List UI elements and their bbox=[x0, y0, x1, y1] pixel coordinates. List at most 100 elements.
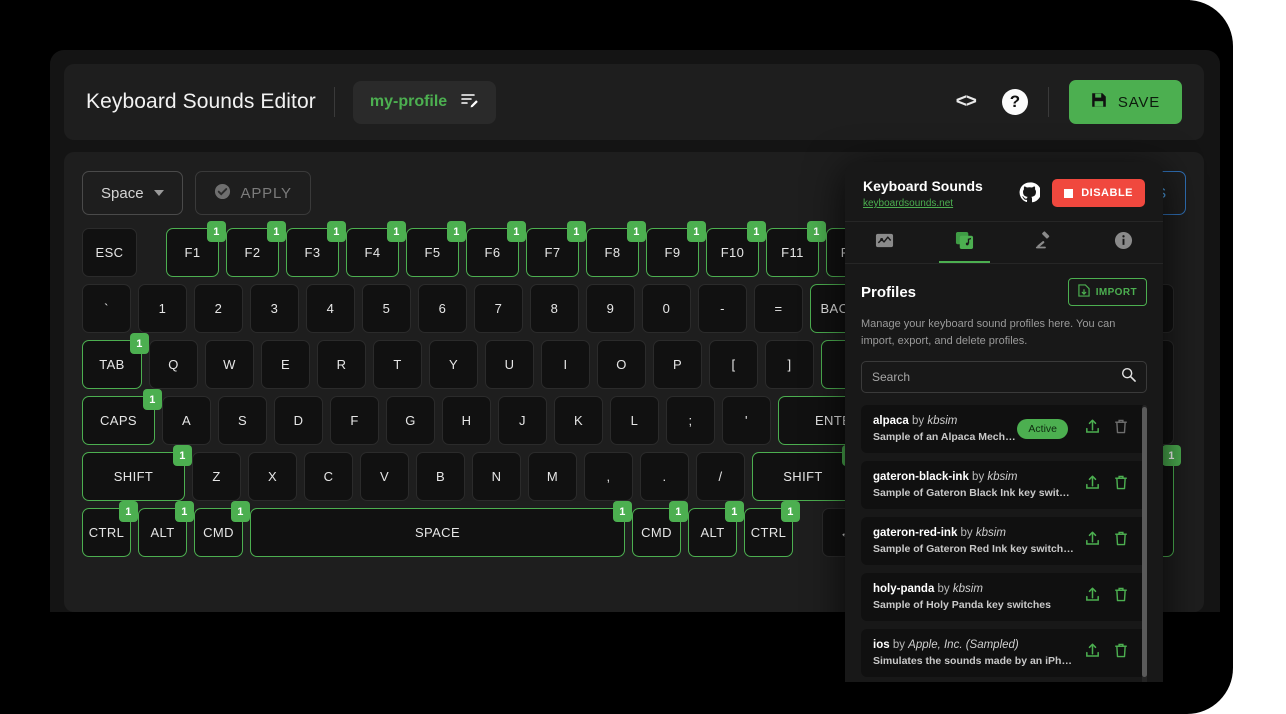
key-4[interactable]: 4 bbox=[306, 284, 355, 333]
key-7[interactable]: 7 bbox=[474, 284, 523, 333]
key-z[interactable]: Z bbox=[192, 452, 241, 501]
key-h[interactable]: H bbox=[442, 396, 491, 445]
key-0[interactable]: 0 bbox=[642, 284, 691, 333]
key-tab[interactable]: TAB 1 bbox=[82, 333, 149, 389]
key-f1[interactable]: F1 1 bbox=[166, 221, 226, 277]
key-[interactable]: ' bbox=[722, 396, 771, 445]
key-v[interactable]: V bbox=[360, 452, 409, 501]
key-8[interactable]: 8 bbox=[530, 284, 579, 333]
save-button[interactable]: SAVE bbox=[1068, 80, 1182, 124]
key-cmd[interactable]: CMD 1 bbox=[632, 501, 688, 557]
key-f7[interactable]: F7 1 bbox=[526, 221, 586, 277]
key-f6[interactable]: F6 1 bbox=[466, 221, 526, 277]
key-[interactable]: ] bbox=[765, 340, 814, 389]
tab-rules[interactable] bbox=[1004, 222, 1084, 263]
key-e[interactable]: E bbox=[261, 340, 310, 389]
key-[interactable]: . bbox=[640, 452, 689, 501]
list-edit-icon[interactable] bbox=[461, 92, 479, 113]
key-shift[interactable]: SHIFT1 bbox=[752, 445, 861, 501]
trash-icon[interactable] bbox=[1107, 474, 1135, 496]
export-icon[interactable] bbox=[1078, 418, 1107, 440]
key-u[interactable]: U bbox=[485, 340, 534, 389]
key-c[interactable]: C bbox=[304, 452, 353, 501]
key-o[interactable]: O bbox=[597, 340, 646, 389]
help-icon[interactable]: ? bbox=[1001, 89, 1028, 115]
key-[interactable]: / bbox=[696, 452, 745, 501]
key-[interactable]: = bbox=[754, 284, 803, 333]
key-g[interactable]: G bbox=[386, 396, 435, 445]
key-f[interactable]: F bbox=[330, 396, 379, 445]
key-p[interactable]: P bbox=[653, 340, 702, 389]
key-1[interactable]: 1 bbox=[138, 284, 187, 333]
export-icon[interactable] bbox=[1078, 586, 1107, 608]
export-icon[interactable] bbox=[1078, 530, 1107, 552]
key-f10[interactable]: F10 1 bbox=[706, 221, 766, 277]
key-alt[interactable]: ALT 1 bbox=[138, 501, 194, 557]
key-[interactable]: [ bbox=[709, 340, 758, 389]
key-f2[interactable]: F2 1 bbox=[226, 221, 286, 277]
key-r[interactable]: R bbox=[317, 340, 366, 389]
key-j[interactable]: J bbox=[498, 396, 547, 445]
import-button[interactable]: IMPORT bbox=[1067, 278, 1147, 306]
key-f9[interactable]: F9 1 bbox=[646, 221, 706, 277]
export-icon[interactable] bbox=[1078, 474, 1107, 496]
panel-website-link[interactable]: keyboardsounds.net bbox=[863, 198, 983, 209]
key-cmd[interactable]: CMD 1 bbox=[194, 501, 250, 557]
profile-list-item[interactable]: ios by Apple, Inc. (Sampled) Simulates th… bbox=[861, 629, 1147, 677]
search-input[interactable] bbox=[872, 370, 1121, 384]
key-b[interactable]: B bbox=[416, 452, 465, 501]
profile-list-item[interactable]: gateron-black-ink by kbsim Sample of Gate… bbox=[861, 461, 1147, 509]
key-5[interactable]: 5 bbox=[362, 284, 411, 333]
trash-icon[interactable] bbox=[1107, 642, 1135, 664]
key-l[interactable]: L bbox=[610, 396, 659, 445]
key-q[interactable]: Q bbox=[149, 340, 198, 389]
search-icon[interactable] bbox=[1121, 367, 1136, 387]
apply-button[interactable]: APPLY bbox=[194, 171, 311, 215]
trash-icon[interactable] bbox=[1107, 530, 1135, 552]
tab-about[interactable] bbox=[1084, 222, 1164, 263]
key-2[interactable]: 2 bbox=[194, 284, 243, 333]
key-3[interactable]: 3 bbox=[250, 284, 299, 333]
key-w[interactable]: W bbox=[205, 340, 254, 389]
key-f4[interactable]: F4 1 bbox=[346, 221, 406, 277]
key-esc[interactable]: ESC bbox=[82, 228, 137, 277]
key-i[interactable]: I bbox=[541, 340, 590, 389]
key-[interactable]: , bbox=[584, 452, 633, 501]
key-alt[interactable]: ALT 1 bbox=[688, 501, 744, 557]
profile-list-item[interactable]: gateron-red-ink by kbsim Sample of Gatero… bbox=[861, 517, 1147, 565]
key-6[interactable]: 6 bbox=[418, 284, 467, 333]
code-icon[interactable]: <> bbox=[948, 85, 984, 119]
key-n[interactable]: N bbox=[472, 452, 521, 501]
key-caps[interactable]: CAPS 1 bbox=[82, 389, 162, 445]
key-f5[interactable]: F5 1 bbox=[406, 221, 466, 277]
disable-button[interactable]: DISABLE bbox=[1052, 179, 1145, 207]
key-[interactable]: - bbox=[698, 284, 747, 333]
key-f3[interactable]: F3 1 bbox=[286, 221, 346, 277]
key-[interactable]: ; bbox=[666, 396, 715, 445]
tab-tune[interactable] bbox=[845, 222, 925, 263]
export-icon[interactable] bbox=[1078, 642, 1107, 664]
tab-profiles[interactable] bbox=[925, 222, 1005, 263]
key-space[interactable]: SPACE 1 bbox=[250, 501, 632, 557]
profile-list-scrollbar-thumb[interactable] bbox=[1142, 407, 1147, 677]
trash-icon[interactable] bbox=[1107, 586, 1135, 608]
key-f8[interactable]: F8 1 bbox=[586, 221, 646, 277]
profile-chip[interactable]: my-profile bbox=[352, 80, 497, 124]
github-icon[interactable] bbox=[1019, 182, 1042, 208]
key-a[interactable]: A bbox=[162, 396, 211, 445]
profile-list-item[interactable]: alpaca by kbsim Sample of an Alpaca Mecha… bbox=[861, 405, 1147, 453]
key-t[interactable]: T bbox=[373, 340, 422, 389]
key-d[interactable]: D bbox=[274, 396, 323, 445]
key-ctrl[interactable]: CTRL 1 bbox=[82, 501, 138, 557]
key-x[interactable]: X bbox=[248, 452, 297, 501]
key-s[interactable]: S bbox=[218, 396, 267, 445]
key-k[interactable]: K bbox=[554, 396, 603, 445]
search-box[interactable] bbox=[861, 361, 1147, 393]
profile-list-item[interactable]: holy-panda by kbsim Sample of Holy Panda … bbox=[861, 573, 1147, 621]
key-y[interactable]: Y bbox=[429, 340, 478, 389]
key-[interactable]: ` bbox=[82, 284, 131, 333]
key-shift[interactable]: SHIFT1 bbox=[82, 445, 192, 501]
key-m[interactable]: M bbox=[528, 452, 577, 501]
sound-select[interactable]: Space bbox=[82, 171, 183, 215]
key-f11[interactable]: F11 1 bbox=[766, 221, 826, 277]
